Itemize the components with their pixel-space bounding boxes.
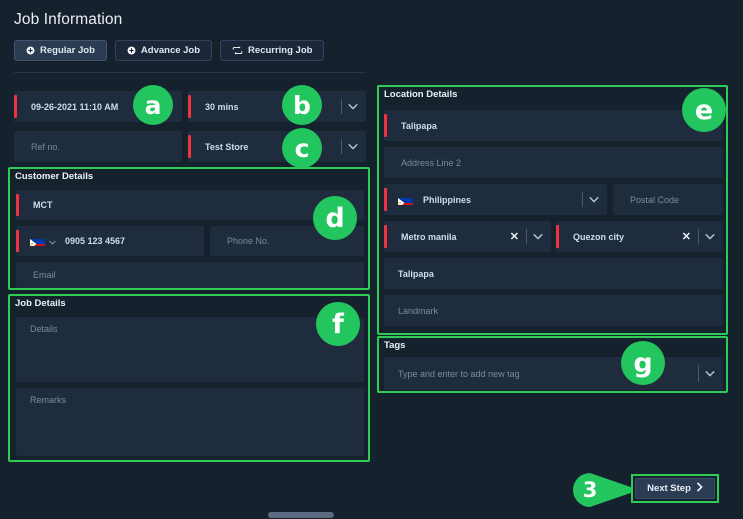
annotation-marker-f: f (316, 302, 360, 346)
annotation-marker-3: 3 (566, 473, 641, 507)
chevron-down-icon[interactable] (341, 131, 358, 162)
datetime-value: 09-26-2021 11:10 AM (31, 101, 119, 112)
chevron-down-icon[interactable] (698, 221, 715, 252)
customer-phone-value: 0905 123 4567 (65, 236, 126, 246)
tab-recurring-job[interactable]: Recurring Job (220, 40, 325, 61)
customer-name-field[interactable]: MCT (16, 190, 364, 220)
tab-regular-job[interactable]: Regular Job (14, 40, 107, 61)
chevron-down-icon[interactable] (582, 184, 599, 215)
city-field[interactable]: Quezon city ✕ (556, 221, 723, 252)
annotation-marker-d: d (313, 196, 357, 240)
header-divider (14, 72, 366, 73)
location-details-title: Location Details (384, 89, 458, 100)
philippines-flag-icon (398, 195, 413, 205)
landmark-field[interactable]: Landmark (384, 295, 723, 326)
address-line2-placeholder: Address Line 2 (401, 157, 462, 168)
location-details-section: Location Details Talipapa Address Line 2… (377, 85, 728, 335)
barangay-value: Talipapa (398, 268, 434, 279)
job-details-placeholder: Details (30, 324, 58, 334)
tags-title: Tags (384, 340, 406, 351)
customer-details-title: Customer Details (15, 171, 94, 182)
plus-circle-icon (127, 46, 136, 55)
repeat-icon (232, 46, 243, 55)
next-step-button[interactable]: Next Step (635, 478, 715, 499)
country-field[interactable]: Philippines (384, 184, 607, 215)
store-value: Test Store (205, 141, 249, 152)
tab-regular-job-label: Regular Job (40, 45, 95, 56)
country-value: Philippines (423, 194, 472, 205)
annotation-marker-a: a (133, 85, 173, 125)
next-step-label: Next Step (647, 483, 691, 494)
postal-code-placeholder: Postal Code (630, 194, 680, 205)
province-field[interactable]: Metro manila ✕ (384, 221, 551, 252)
tab-advance-job-label: Advance Job (140, 45, 201, 56)
province-value: Metro manila (401, 231, 457, 242)
job-details-textarea[interactable]: Details (16, 317, 364, 382)
annotation-marker-g: g (621, 341, 665, 385)
address-line2-field[interactable]: Address Line 2 (384, 147, 723, 178)
address-line1-field[interactable]: Talipapa (384, 110, 723, 141)
tags-input[interactable]: Type and enter to add new tag (384, 357, 723, 390)
reference-no-placeholder: Ref no. (31, 141, 61, 152)
chevron-down-icon[interactable] (526, 221, 543, 252)
scrollbar-thumb[interactable] (268, 512, 334, 518)
job-type-tabbar: Regular Job Advance Job Recurring Job (14, 40, 325, 61)
annotation-marker-b: b (282, 85, 322, 125)
tags-placeholder: Type and enter to add new tag (398, 368, 520, 379)
chevron-down-icon[interactable] (341, 91, 358, 122)
horizontal-scrollbar[interactable] (0, 511, 743, 519)
page-title: Job Information (14, 11, 123, 28)
customer-phone2-placeholder: Phone No. (227, 236, 270, 246)
customer-email-placeholder: Email (33, 270, 56, 280)
customer-email-field[interactable]: Email (16, 262, 364, 288)
annotation-marker-c: c (282, 128, 322, 168)
duration-field[interactable]: 30 mins (188, 91, 366, 122)
annotation-marker-e: e (682, 88, 726, 132)
duration-value: 30 mins (205, 101, 239, 112)
customer-phone-field[interactable]: 0905 123 4567 (16, 226, 204, 256)
job-details-title: Job Details (15, 298, 66, 309)
chevron-down-icon[interactable] (698, 357, 715, 390)
address-line1-value: Talipapa (401, 120, 437, 131)
barangay-field[interactable]: Talipapa (384, 258, 723, 289)
landmark-placeholder: Landmark (398, 305, 439, 316)
job-information-screen: Job Information Regular Job Advance Job … (0, 0, 743, 519)
flag-dropdown-caret-icon[interactable] (49, 232, 56, 250)
tab-advance-job[interactable]: Advance Job (114, 40, 213, 61)
job-remarks-placeholder: Remarks (30, 395, 67, 405)
tags-section: Tags Type and enter to add new tag (377, 336, 728, 393)
chevron-right-icon (696, 482, 703, 495)
postal-code-field[interactable]: Postal Code (613, 184, 723, 215)
customer-name-value: MCT (33, 200, 53, 210)
clear-city-icon[interactable]: ✕ (682, 221, 691, 252)
store-field[interactable]: Test Store (188, 131, 366, 162)
plus-circle-icon (26, 46, 35, 55)
city-value: Quezon city (573, 231, 625, 242)
clear-province-icon[interactable]: ✕ (510, 221, 519, 252)
tab-recurring-job-label: Recurring Job (248, 45, 313, 56)
philippines-flag-icon (30, 236, 45, 246)
next-step-highlight: Next Step (631, 474, 719, 503)
job-remarks-textarea[interactable]: Remarks (16, 388, 364, 456)
annotation-marker-3-label: 3 (582, 478, 598, 502)
reference-no-field[interactable]: Ref no. (14, 131, 182, 162)
